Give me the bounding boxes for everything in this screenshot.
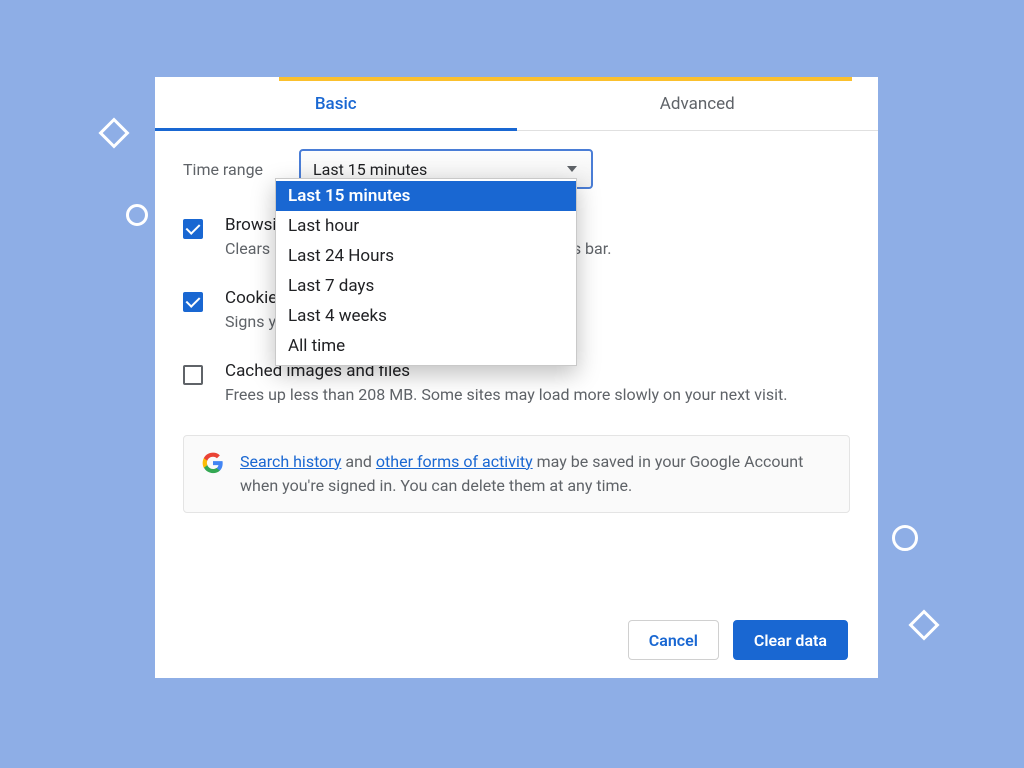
time-range-option[interactable]: Last 7 days bbox=[276, 271, 576, 301]
google-account-message: Search history and other forms of activi… bbox=[240, 450, 831, 498]
cancel-button[interactable]: Cancel bbox=[628, 620, 719, 660]
cache-checkbox[interactable] bbox=[183, 365, 203, 385]
time-range-dropdown: Last 15 minutes Last hour Last 24 Hours … bbox=[275, 178, 577, 366]
clear-data-button[interactable]: Clear data bbox=[733, 620, 848, 660]
decoration-diamond bbox=[908, 609, 939, 640]
info-text-mid: and bbox=[341, 452, 376, 471]
dialog-tabs: Basic Advanced bbox=[155, 77, 878, 131]
dialog-footer: Cancel Clear data bbox=[628, 620, 848, 660]
search-history-link[interactable]: Search history bbox=[240, 452, 341, 471]
dialog-body: Time range Last 15 minutes Last 15 minut… bbox=[155, 131, 878, 513]
time-range-option[interactable]: Last 4 weeks bbox=[276, 301, 576, 331]
chevron-down-icon bbox=[567, 166, 577, 172]
other-activity-link[interactable]: other forms of activity bbox=[376, 452, 533, 471]
decoration-circle bbox=[892, 525, 918, 551]
tab-basic[interactable]: Basic bbox=[155, 77, 517, 130]
tab-advanced[interactable]: Advanced bbox=[517, 77, 879, 130]
time-range-option[interactable]: Last hour bbox=[276, 211, 576, 241]
cookies-checkbox[interactable] bbox=[183, 292, 203, 312]
time-range-option[interactable]: Last 24 Hours bbox=[276, 241, 576, 271]
google-account-info: Search history and other forms of activi… bbox=[183, 435, 850, 513]
time-range-option[interactable]: All time bbox=[276, 331, 576, 361]
google-logo-icon bbox=[202, 452, 224, 474]
time-range-option[interactable]: Last 15 minutes bbox=[276, 181, 576, 211]
time-range-selected-value: Last 15 minutes bbox=[313, 160, 427, 179]
cache-row: Cached images and files Frees up less th… bbox=[183, 361, 850, 406]
browsing-history-checkbox[interactable] bbox=[183, 219, 203, 239]
cache-desc: Frees up less than 208 MB. Some sites ma… bbox=[225, 383, 787, 406]
time-range-label: Time range bbox=[183, 160, 275, 179]
cache-text: Cached images and files Frees up less th… bbox=[225, 361, 787, 406]
decoration-diamond bbox=[98, 117, 129, 148]
decoration-circle bbox=[126, 204, 148, 226]
clear-browsing-data-dialog: Basic Advanced Time range Last 15 minute… bbox=[155, 77, 878, 678]
